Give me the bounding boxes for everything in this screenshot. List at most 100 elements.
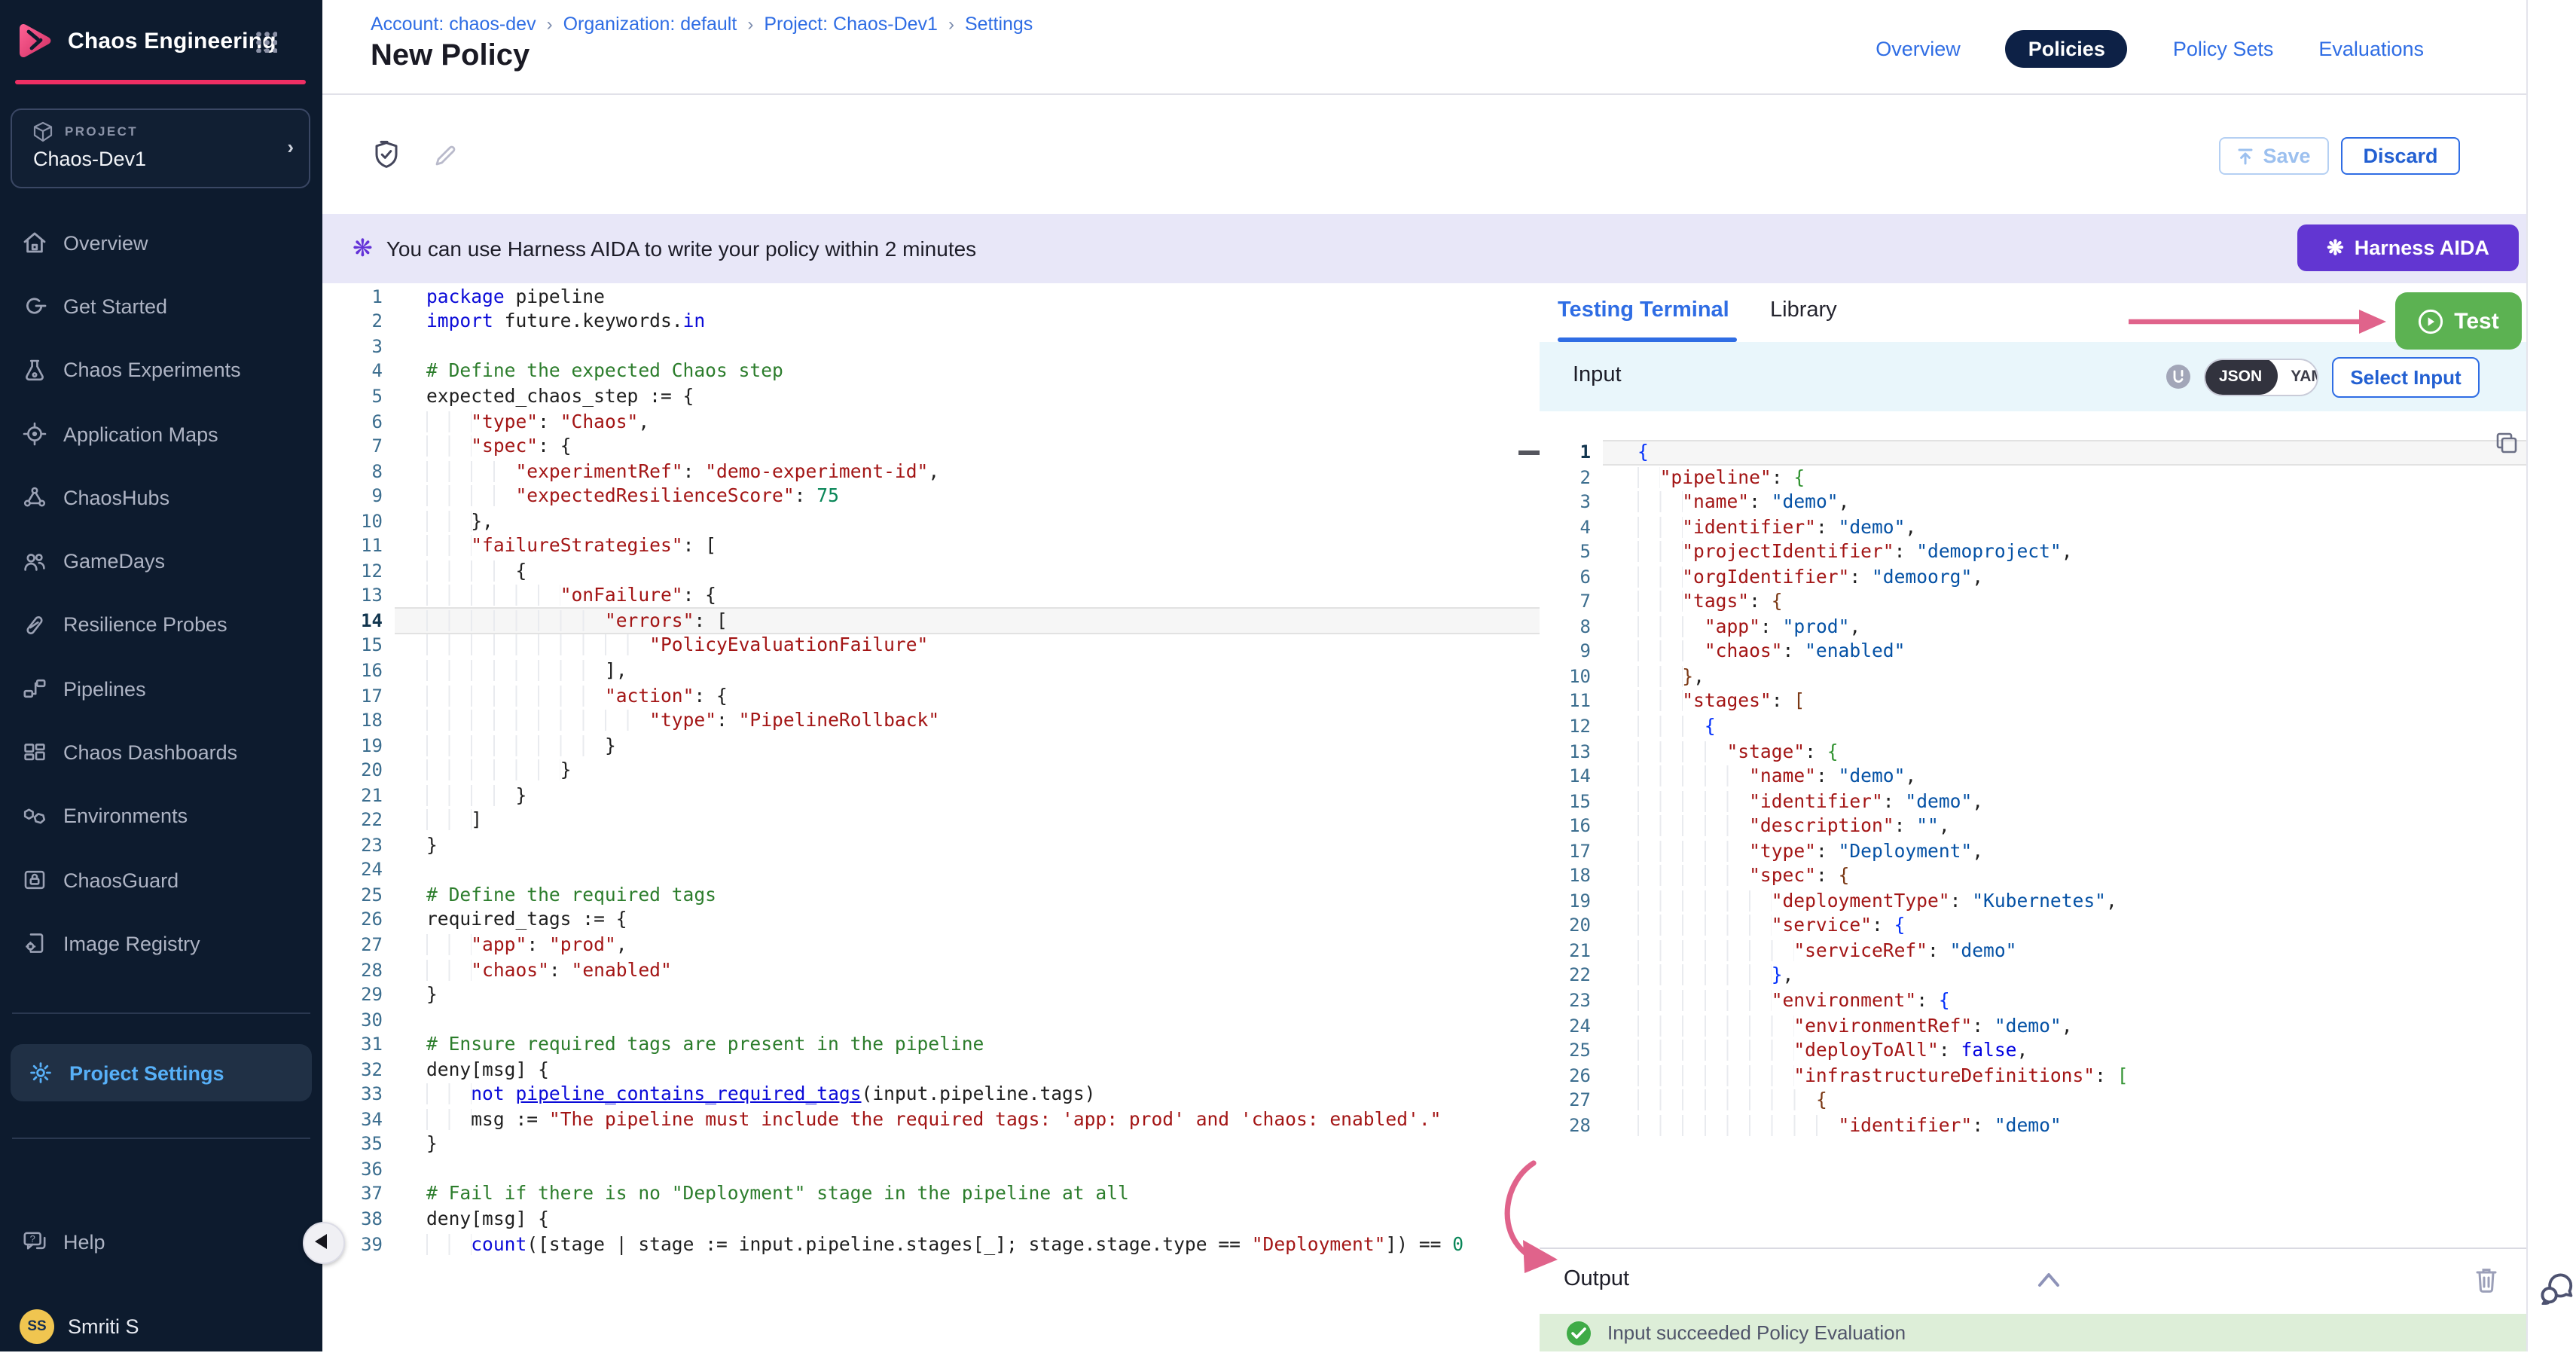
sidebar-collapse-handle[interactable] <box>303 1222 345 1264</box>
project-selector[interactable]: PROJECT Chaos-Dev1 › <box>11 108 310 188</box>
code-line[interactable]: package pipeline <box>426 285 1463 310</box>
code-line[interactable]: required_tags := { <box>426 908 1463 933</box>
code-line[interactable]: { <box>1637 714 2129 739</box>
sidebar-item-gamedays[interactable]: GameDays <box>0 530 322 594</box>
code-line[interactable]: { <box>426 559 1463 584</box>
chevron-up-icon[interactable] <box>2037 1270 2061 1288</box>
module-grid-icon[interactable] <box>255 30 277 53</box>
code-line[interactable]: "orgIdentifier": "demoorg", <box>1637 564 2129 589</box>
breadcrumb-account[interactable]: Account: chaos-dev <box>371 14 536 35</box>
tab-testing-terminal[interactable]: Testing Terminal <box>1558 298 1729 322</box>
code-line[interactable]: "type": "Deployment", <box>1637 839 2129 864</box>
code-line[interactable]: "serviceRef": "demo" <box>1637 939 2129 964</box>
breadcrumb-organization[interactable]: Organization: default <box>563 14 737 35</box>
harness-aida-button[interactable]: ❋ Harness AIDA <box>2297 224 2519 271</box>
code-line[interactable]: "app": "prod", <box>1637 615 2129 640</box>
tab-policy-sets[interactable]: Policy Sets <box>2173 38 2274 60</box>
code-line[interactable]: "failureStrategies": [ <box>426 534 1463 559</box>
support-chat-icon[interactable] <box>2540 1273 2574 1305</box>
sidebar-item-chaosguard[interactable]: ChaosGuard <box>0 848 322 912</box>
code-line[interactable]: } <box>426 758 1463 783</box>
code-line[interactable]: "name": "demo", <box>1637 764 2129 789</box>
discard-button[interactable]: Discard <box>2341 137 2460 175</box>
code-line[interactable]: "identifier": "demo", <box>1637 515 2129 539</box>
code-line[interactable]: import future.keywords.in <box>426 310 1463 334</box>
format-option-json[interactable]: JSON <box>2204 358 2277 395</box>
code-line[interactable]: } <box>426 982 1463 1007</box>
code-line[interactable] <box>426 334 1463 359</box>
code-line[interactable]: not pipeline_contains_required_tags(inpu… <box>426 1083 1463 1107</box>
input-json-editor[interactable]: 1234567891011121314151617181920212223242… <box>1540 411 2526 1248</box>
validate-shield-icon[interactable] <box>372 140 401 170</box>
code-line[interactable]: "spec": { <box>1637 864 2129 889</box>
code-line[interactable]: }, <box>426 508 1463 533</box>
user-menu[interactable]: SS Smriti S <box>0 1296 342 1356</box>
code-line[interactable]: "tags": { <box>1637 590 2129 615</box>
code-line[interactable]: "stage": { <box>1637 739 2129 764</box>
sidebar-item-project-settings[interactable]: Project Settings <box>11 1044 312 1101</box>
code-line[interactable]: # Define the required tags <box>426 883 1463 908</box>
code-line[interactable]: ] <box>426 808 1463 833</box>
code-line[interactable]: "app": "prod", <box>426 933 1463 957</box>
code-line[interactable]: "projectIdentifier": "demoproject", <box>1637 539 2129 564</box>
code-line[interactable]: "errors": [ <box>426 609 1463 634</box>
code-line[interactable]: "chaos": "enabled" <box>426 957 1463 982</box>
code-line[interactable]: "deployToAll": false, <box>1637 1038 2129 1063</box>
code-line[interactable]: "identifier": "demo", <box>1637 789 2129 814</box>
code-line[interactable]: }, <box>1637 664 2129 689</box>
code-line[interactable]: count([stage | stage := input.pipeline.s… <box>426 1232 1463 1257</box>
code-line[interactable]: { <box>1637 440 2129 465</box>
code-line[interactable]: "identifier": "demo" <box>1637 1113 2129 1138</box>
sidebar-item-overview[interactable]: Overview <box>0 211 322 275</box>
code-line[interactable]: "chaos": "enabled" <box>1637 640 2129 664</box>
code-line[interactable]: "action": { <box>426 683 1463 708</box>
code-line[interactable]: "description": "", <box>1637 814 2129 838</box>
sidebar-item-application-maps[interactable]: Application Maps <box>0 402 322 466</box>
code-line[interactable]: "experimentRef": "demo-experiment-id", <box>426 459 1463 484</box>
code-line[interactable]: "expectedResilienceScore": 75 <box>426 484 1463 508</box>
test-button[interactable]: Test <box>2395 292 2522 350</box>
code-line[interactable]: { <box>1637 1088 2129 1113</box>
code-line[interactable]: } <box>426 1132 1463 1157</box>
sidebar-item-get-started[interactable]: Get Started <box>0 275 322 339</box>
code-line[interactable]: ], <box>426 658 1463 683</box>
tab-overview[interactable]: Overview <box>1876 38 1961 60</box>
code-line[interactable] <box>426 1157 1463 1182</box>
code-line[interactable]: } <box>426 833 1463 858</box>
sidebar-item-resilience-probes[interactable]: Resilience Probes <box>0 594 322 658</box>
code-line[interactable]: "deploymentType": "Kubernetes", <box>1637 889 2129 914</box>
sidebar-item-image-registry[interactable]: Image Registry <box>0 912 322 976</box>
code-line[interactable]: "environmentRef": "demo", <box>1637 1013 2129 1038</box>
sidebar-item-environments[interactable]: Environments <box>0 784 322 848</box>
sidebar-item-help[interactable]: ? Help <box>0 1214 343 1269</box>
code-line[interactable]: "name": "demo", <box>1637 490 2129 515</box>
code-line[interactable]: "PolicyEvaluationFailure" <box>426 634 1463 658</box>
code-line[interactable]: "stages": [ <box>1637 689 2129 714</box>
code-line[interactable]: "type": "Chaos", <box>426 409 1463 434</box>
save-button[interactable]: Save <box>2219 137 2329 175</box>
code-line[interactable]: } <box>426 733 1463 758</box>
code-line[interactable]: # Ensure required tags are present in th… <box>426 1032 1463 1057</box>
copy-icon[interactable] <box>2495 430 2519 454</box>
code-line[interactable]: "infrastructureDefinitions": [ <box>1637 1063 2129 1088</box>
tab-evaluations[interactable]: Evaluations <box>2318 38 2424 60</box>
tab-policies[interactable]: Policies <box>2006 30 2128 68</box>
sidebar-item-chaoshubs[interactable]: ChaosHubs <box>0 466 322 530</box>
code-line[interactable]: "pipeline": { <box>1637 465 2129 490</box>
code-line[interactable]: msg := "The pipeline must include the re… <box>426 1107 1463 1132</box>
code-line[interactable]: # Fail if there is no "Deployment" stage… <box>426 1182 1463 1207</box>
format-toggle[interactable]: JSON YAML <box>2204 358 2318 396</box>
tab-library[interactable]: Library <box>1770 298 1837 322</box>
code-line[interactable]: } <box>426 783 1463 808</box>
breadcrumb-project[interactable]: Project: Chaos-Dev1 <box>764 14 938 35</box>
policy-code-editor[interactable]: 1234567891011121314151617181920212223242… <box>322 282 1540 1351</box>
code-line[interactable]: "type": "PipelineRollback" <box>426 708 1463 733</box>
code-line[interactable]: expected_chaos_step := { <box>426 384 1463 409</box>
code-line[interactable]: "environment": { <box>1637 988 2129 1013</box>
code-line[interactable]: "service": { <box>1637 914 2129 939</box>
code-line[interactable]: deny[msg] { <box>426 1207 1463 1232</box>
code-line[interactable] <box>426 1007 1463 1032</box>
sidebar-item-pipelines[interactable]: Pipelines <box>0 657 322 721</box>
select-input-button[interactable]: Select Input <box>2332 356 2480 397</box>
trash-icon[interactable] <box>2474 1266 2499 1294</box>
